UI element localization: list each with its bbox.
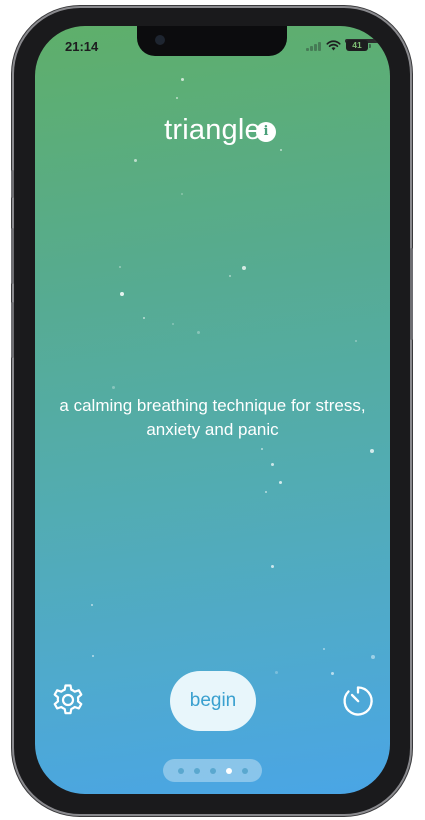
info-icon[interactable]: i [256,122,276,142]
page-dot[interactable] [209,767,216,774]
gear-icon[interactable] [50,682,86,718]
page-title: triangle [164,114,261,146]
wifi-icon [326,40,341,51]
title-row: triangle [35,114,390,147]
page-dot-active[interactable] [225,767,232,774]
timer-icon[interactable] [341,684,375,718]
battery-icon: 41 [346,40,371,51]
app-screen: 21:14 41 triangle i a calming breathing … [35,26,390,794]
description-line-2: anxiety and panic [146,420,279,439]
mute-switch [11,170,14,198]
technique-description: a calming breathing technique for stress… [35,394,390,442]
cellular-signal-icon [306,41,321,51]
device-notch [137,26,383,56]
description-line-1: a calming breathing technique for stress… [59,396,366,415]
page-dot[interactable] [241,767,248,774]
power-button [410,248,413,340]
status-icons: 41 [306,40,371,51]
volume-down-button [11,302,14,358]
page-indicator [163,759,262,782]
page-dot[interactable] [193,767,200,774]
status-time: 21:14 [65,39,99,54]
begin-button[interactable]: begin [170,671,256,731]
volume-up-button [11,228,14,284]
page-dot[interactable] [177,767,184,774]
